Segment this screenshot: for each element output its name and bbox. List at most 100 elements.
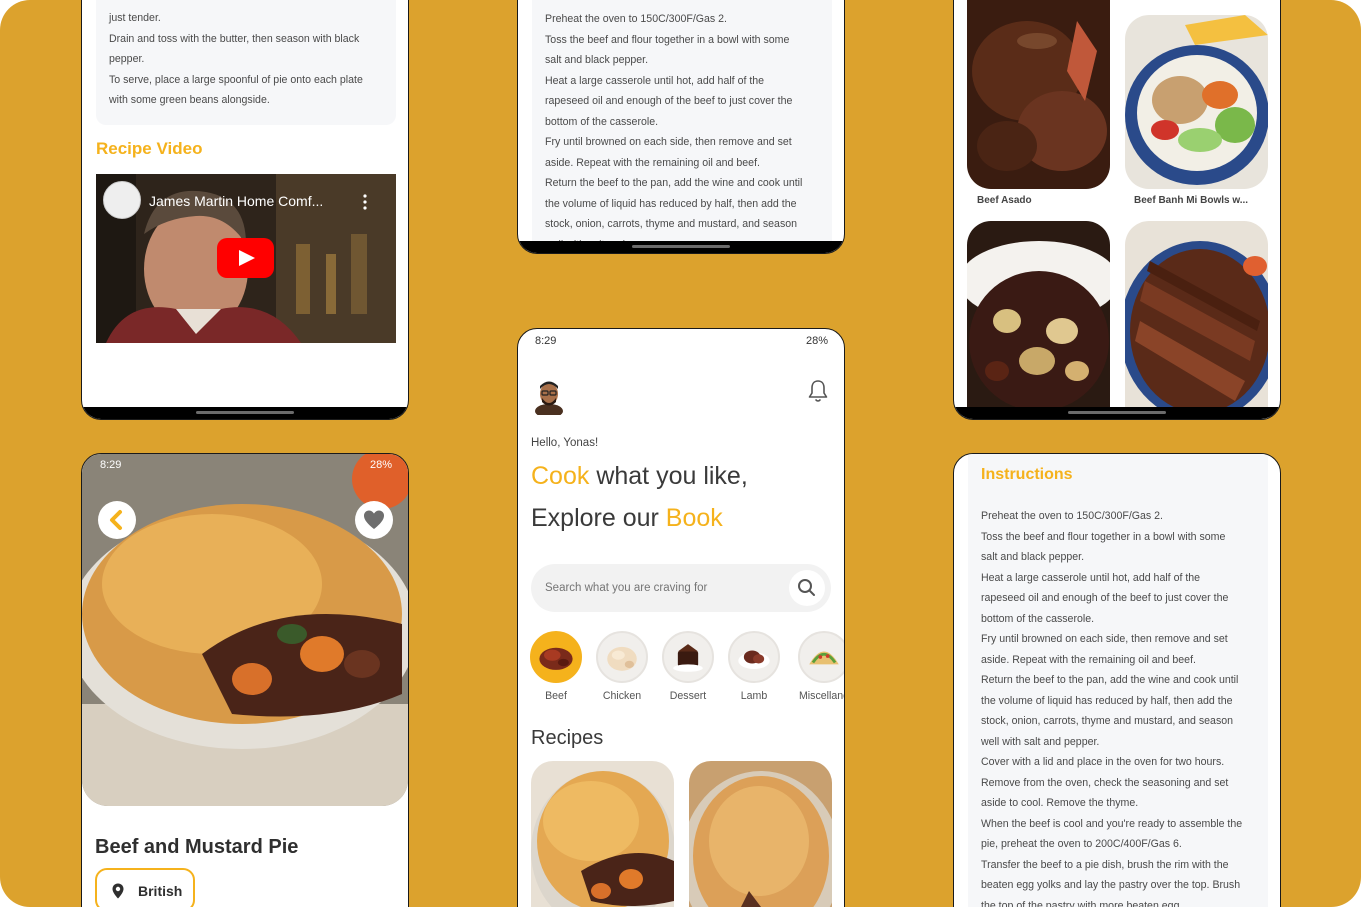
instruction-line: Return the beef to the pan, add the wine… <box>545 177 803 189</box>
phone-instructions-full: Instructions Preheat the oven to 150C/30… <box>953 453 1281 907</box>
instructions-tail: just tender. Drain and toss with the but… <box>109 8 384 111</box>
instruction-line: Preheat the oven to 150C/300F/Gas 2. <box>545 13 727 25</box>
category-image <box>798 631 844 683</box>
status-battery: 28% <box>805 335 828 347</box>
instruction-line: Toss the beef and flour together in a bo… <box>545 33 790 46</box>
youtube-play-icon[interactable] <box>217 238 274 278</box>
phone-recipe-video: just tender. Drain and toss with the but… <box>81 0 409 420</box>
instruction-line: the top of the pastry with more beaten e… <box>981 899 1183 907</box>
category-label: Chicken <box>602 690 642 702</box>
meal-label: Beef Banh Mi Bowls w... <box>1134 195 1249 206</box>
category-beef[interactable]: Beef <box>526 631 586 702</box>
recipe-title: Beef and Mustard Pie <box>95 836 299 858</box>
phone-recipe-detail: 8:29 28% Beef and Mustard Pie British <box>81 453 409 907</box>
instruction-line: bottom of the casserole. <box>981 612 1095 625</box>
category-image <box>662 631 714 683</box>
phone-home: 8:29 28% Hello, Yonas! Cook what you lik… <box>517 328 845 907</box>
instruction-line: Remove from the oven, check the seasonin… <box>981 776 1229 789</box>
search-bar <box>531 564 831 612</box>
system-nav-bar <box>82 407 408 419</box>
notifications-button[interactable] <box>806 378 830 404</box>
instructions-heading: Instructions <box>981 466 1073 483</box>
home-indicator[interactable] <box>632 245 730 248</box>
heart-icon <box>364 510 384 529</box>
meal-image[interactable] <box>967 221 1110 409</box>
category-dessert[interactable]: Dessert <box>658 631 718 702</box>
instruction-line: Heat a large casserole until hot, add ha… <box>981 571 1201 584</box>
instruction-line: Toss the beef and flour together in a bo… <box>981 530 1226 543</box>
avatar-icon[interactable] <box>532 377 566 418</box>
more-vertical-icon[interactable] <box>362 194 368 210</box>
category-image <box>530 631 582 683</box>
home-indicator[interactable] <box>1068 411 1166 414</box>
category-lamb[interactable]: Lamb <box>724 631 784 702</box>
meal-image[interactable] <box>1125 221 1268 409</box>
instruction-line: rapeseed oil and enough of the beef to j… <box>981 592 1229 604</box>
channel-avatar-icon <box>103 181 141 219</box>
headline-text: Explore our <box>531 504 666 532</box>
instruction-line: Fry until browned on each side, then rem… <box>545 136 792 148</box>
status-battery: 28% <box>369 459 392 471</box>
instruction-line: salt and black pepper. <box>981 551 1085 563</box>
video-title: James Martin Home Comf... <box>149 193 324 209</box>
instruction-line: aside. Repeat with the remaining oil and… <box>981 653 1196 666</box>
area-label: British <box>138 883 183 899</box>
phone-meals-grid: Beef Asado Beef Banh Mi Bowls w... <box>953 0 1281 420</box>
category-image <box>596 631 648 683</box>
category-label: Miscellane <box>798 690 845 702</box>
meal-image[interactable] <box>967 0 1110 189</box>
back-button[interactable] <box>98 501 136 539</box>
instructions-list: Preheat the oven to 150C/300F/Gas 2. Tos… <box>981 506 1266 907</box>
instruction-line: Drain and toss with the butter, then sea… <box>109 32 360 45</box>
instruction-line: Transfer the beef to a pie dish, brush t… <box>981 858 1229 871</box>
instruction-line: pie, preheat the oven to 200C/400F/Gas 6… <box>981 838 1182 850</box>
favorite-button[interactable] <box>355 501 393 539</box>
instructions-card: Preheat the oven to 150C/300F/Gas 2. Tos… <box>532 0 832 251</box>
headline-accent: Book <box>665 504 723 532</box>
search-icon <box>798 579 815 596</box>
instructions-list: Preheat the oven to 150C/300F/Gas 2. Tos… <box>545 9 820 253</box>
instructions-card: Instructions Preheat the oven to 150C/30… <box>968 454 1268 907</box>
recipe-card-image[interactable] <box>531 761 674 907</box>
chevron-left-icon <box>110 510 122 530</box>
instruction-line: with some green beans alongside. <box>109 94 270 106</box>
bell-icon <box>808 380 828 402</box>
instructions-card: just tender. Drain and toss with the but… <box>96 0 396 125</box>
area-chip: British <box>95 868 195 907</box>
category-label: Lamb <box>740 690 768 702</box>
instruction-line: the volume of liquid has reduced by half… <box>981 694 1233 707</box>
recipe-card-image[interactable] <box>689 761 832 907</box>
instruction-line: the volume of liquid has reduced by half… <box>545 197 797 210</box>
system-nav-bar <box>954 407 1280 419</box>
meal-image[interactable] <box>1125 15 1268 189</box>
status-time: 8:29 <box>535 335 557 347</box>
instruction-line: salt and black pepper. <box>545 54 649 66</box>
instruction-line: Return the beef to the pan, add the wine… <box>981 674 1239 686</box>
status-time: 8:29 <box>100 459 122 471</box>
status-bar: 8:29 28% <box>82 454 408 476</box>
location-pin-icon <box>112 883 124 899</box>
instruction-line: Fry until browned on each side, then rem… <box>981 633 1228 645</box>
instruction-line: Cover with a lid and place in the oven f… <box>981 756 1225 768</box>
greeting: Hello, Yonas! <box>531 437 599 449</box>
showcase-background: just tender. Drain and toss with the but… <box>0 0 1361 907</box>
home-indicator[interactable] <box>196 411 294 414</box>
youtube-player[interactable]: James Martin Home Comf... <box>96 174 396 343</box>
category-image <box>728 631 780 683</box>
instruction-line: aside to cool. Remove the thyme. <box>981 797 1139 809</box>
system-nav-bar <box>518 241 844 253</box>
instruction-line: beaten egg yolks and lay the pastry over… <box>981 879 1241 891</box>
headline-text: what you like, <box>589 462 748 490</box>
category-miscellaneous[interactable]: Miscellane <box>794 631 845 702</box>
category-chicken[interactable]: Chicken <box>592 631 652 702</box>
instruction-line: stock, onion, carrots, thyme and mustard… <box>545 218 798 230</box>
search-button[interactable] <box>789 570 825 606</box>
instruction-line: stock, onion, carrots, thyme and mustard… <box>981 715 1234 727</box>
category-label: Beef <box>545 690 567 702</box>
headline-line-1: Cook what you like, <box>531 462 748 491</box>
instruction-line: rapeseed oil and enough of the beef to j… <box>545 95 793 107</box>
instruction-line: To serve, place a large spoonful of pie … <box>109 73 363 86</box>
search-input[interactable] <box>545 576 775 600</box>
instruction-line: Heat a large casserole until hot, add ha… <box>545 74 765 87</box>
recipe-video-heading: Recipe Video <box>96 139 203 158</box>
